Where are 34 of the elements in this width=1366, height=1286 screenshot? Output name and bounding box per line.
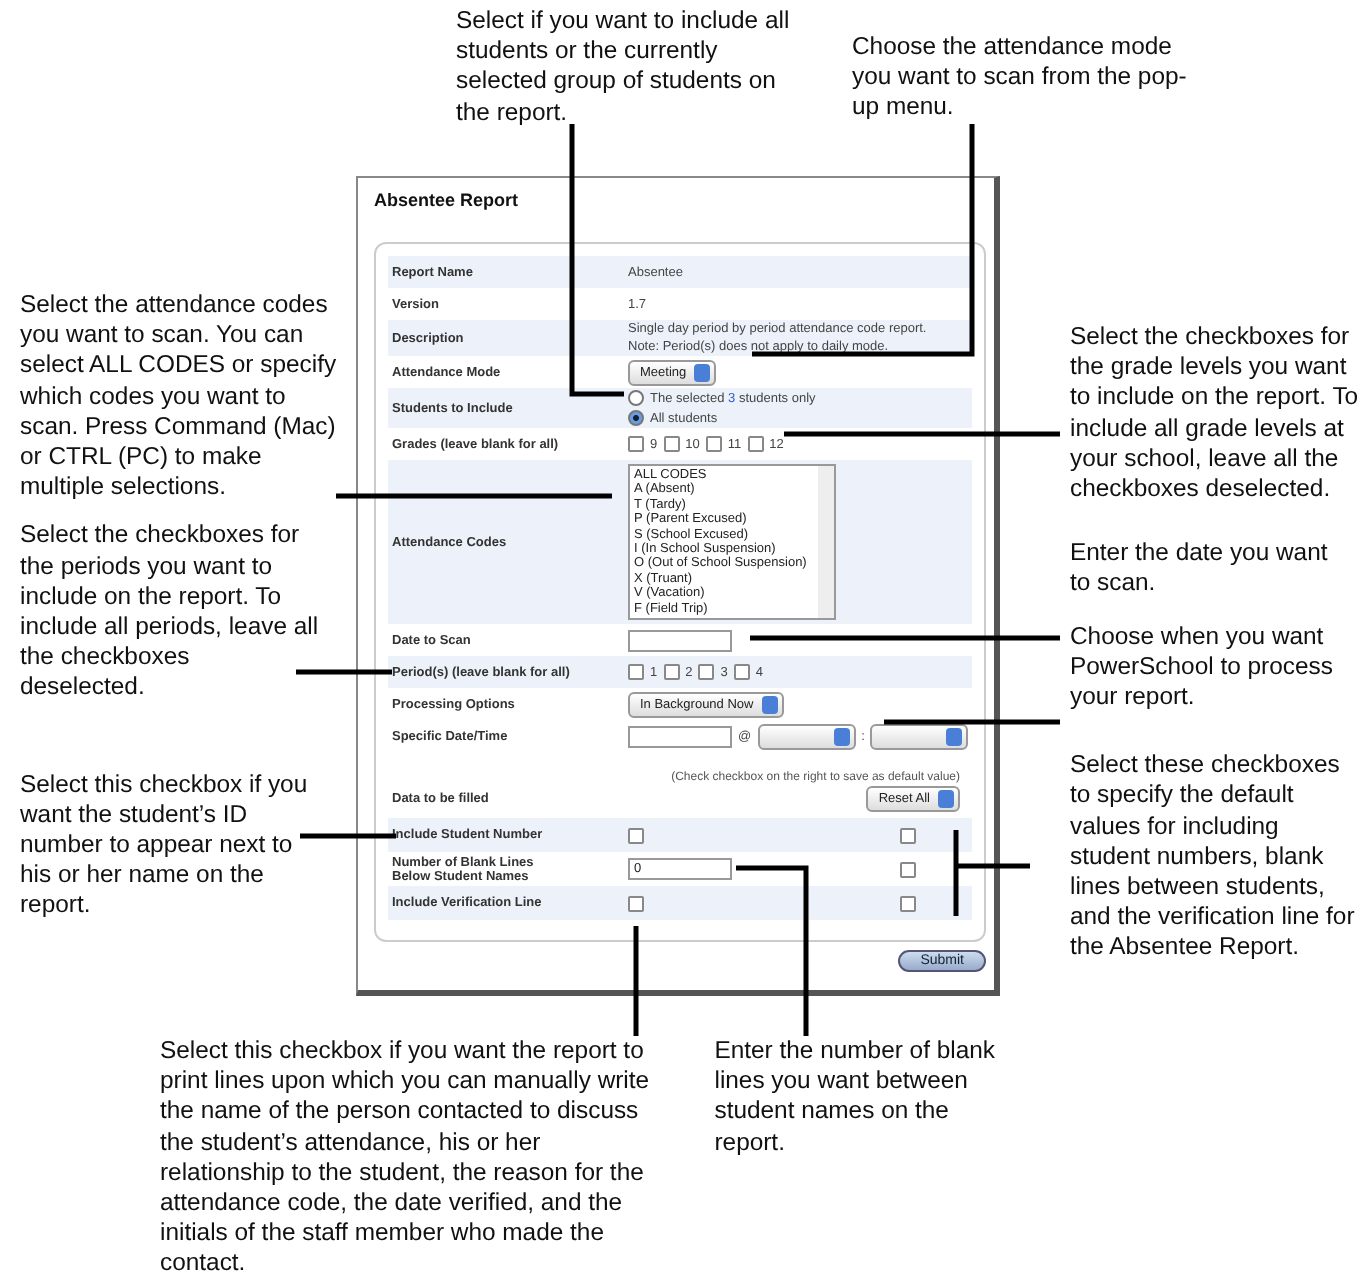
checkbox[interactable] [663,436,680,452]
radio-button[interactable] [628,390,644,406]
annotation-text: Enter the date you want to scan. [1070,538,1330,600]
annotation-text: Select the attendance codes you want to scan. You can select ALL CODES or specify which codes you want to scan. Press Command (Mac) or CTRL (PC) to make multiple selections. [20,290,339,503]
checkbox[interactable] [628,436,644,452]
annotation-text: Select the checkboxes for the periods you want to include on the report. To include all periods, leave all the checkboxes deselected. [20,520,320,704]
checkbox[interactable] [628,664,644,681]
window-title: Absentee Report [374,190,521,210]
date-field[interactable] [628,629,732,652]
checkbox[interactable] [698,664,715,681]
checkbox[interactable] [733,664,750,681]
default-checkbox[interactable] [900,827,916,844]
leader-line [296,669,392,675]
date-field[interactable] [628,725,732,748]
annotation-text: Choose when you want PowerSchool to process your report. [1070,621,1335,713]
annotation-text: Choose the attendance mode you want to scan from the pop-up menu. [852,32,1189,125]
checkbox[interactable] [663,664,680,681]
radio-button[interactable] [628,410,644,426]
leader-line [300,833,396,839]
checkbox[interactable] [628,827,644,844]
annotation-text: Enter the number of blank lines you want between student names on the report. [714,1036,997,1160]
annotation-text: Select if you want to include all students or the currently selected group of students on the report. [456,6,792,130]
leader-line [953,830,1030,919]
dropdown[interactable] [870,723,969,750]
annotation-text: Select the checkboxes for the grade levels you want to include on the report. To include all grade levels at your school, leave all the checkboxes deselected. [1070,322,1360,505]
checkbox[interactable] [705,436,722,452]
checkbox[interactable] [628,895,644,912]
annotation-text: Select these checkboxes to specify the default values for including student numbers, blank lines between students, and the verification line for the Absentee Report. [1070,750,1357,964]
default-checkbox[interactable] [900,895,916,912]
checkbox[interactable] [747,436,764,452]
leader-line [633,926,639,1036]
annotation-text: Select this checkbox if you want the student’s ID number to appear next to his or her name on the report. [20,769,310,922]
annotation-text: Select this checkbox if you want the report to print lines upon which you can manually write the name of the person contacted to discuss the student’s attendance, his or her relationship to the student, the reason for the attendance code, the date verified, and the initials of the staff member who made the contact. [160,1036,652,1281]
default-checkbox[interactable] [900,861,916,878]
